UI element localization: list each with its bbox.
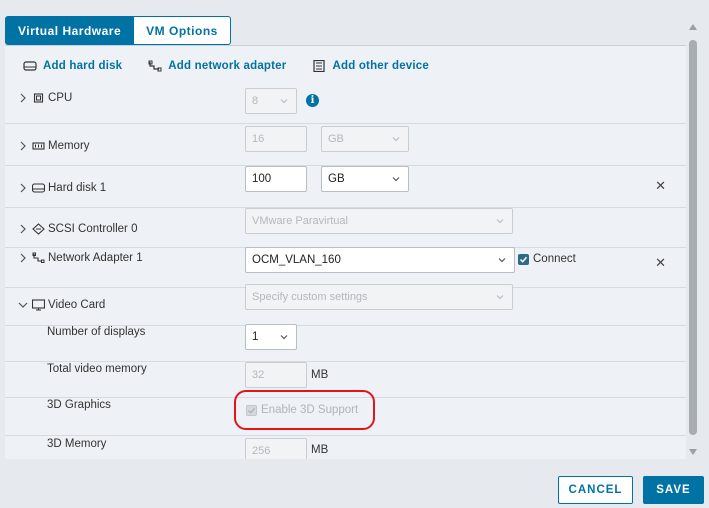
scsi-type-value: VMware Paravirtual <box>252 215 348 227</box>
hard-disk-size-input[interactable]: 100 <box>245 166 307 192</box>
hard-disk-row: Hard disk 1 100 GB ✕ <box>5 166 686 208</box>
chevron-down-icon <box>18 302 28 308</box>
chevron-down-icon <box>392 137 400 142</box>
video-card-settings-select[interactable]: Specify custom settings <box>245 284 513 310</box>
device-icon <box>313 60 326 72</box>
hard-disk-toggle[interactable]: Hard disk 1 <box>17 182 106 194</box>
hard-disk-unit: GB <box>328 173 345 185</box>
3d-graphics-label: 3D Graphics <box>47 399 111 411</box>
remove-network-adapter-button[interactable]: ✕ <box>655 255 666 271</box>
scroll-down-icon[interactable] <box>689 449 697 455</box>
memory-unit-select[interactable]: GB <box>321 126 409 152</box>
3d-memory-row: 3D Memory 256 MB <box>5 436 686 459</box>
scrollbar[interactable] <box>686 16 701 459</box>
chevron-right-icon <box>20 224 26 234</box>
connect-label: Connect <box>533 253 576 265</box>
tab-bar: Virtual Hardware VM Options <box>5 16 231 45</box>
chevron-right-icon <box>20 183 26 193</box>
network-adapter-icon <box>148 60 162 72</box>
hard-disk-label: Hard disk 1 <box>48 182 107 194</box>
scsi-label: SCSI Controller 0 <box>48 223 138 235</box>
number-of-displays-select[interactable]: 1 <box>245 324 297 350</box>
network-select[interactable]: OCM_VLAN_160 <box>245 247 515 273</box>
memory-input[interactable]: 16 <box>245 126 307 152</box>
tab-vm-options[interactable]: VM Options <box>134 16 231 45</box>
3d-memory-unit: MB <box>311 444 329 456</box>
add-network-adapter-button[interactable]: Add network adapter <box>148 60 286 72</box>
add-network-adapter-label: Add network adapter <box>168 60 287 72</box>
cpu-icon <box>33 93 44 103</box>
scsi-toggle[interactable]: SCSI Controller 0 <box>17 223 137 235</box>
memory-icon <box>32 142 45 150</box>
chevron-down-icon <box>280 335 288 340</box>
video-card-label: Video Card <box>48 299 106 311</box>
memory-value: 16 <box>252 133 265 145</box>
cpu-row: CPU 8 i <box>5 84 686 124</box>
network-adapter-row: Network Adapter 1 OCM_VLAN_160 Connect ✕ <box>5 247 686 288</box>
cancel-button[interactable]: CANCEL <box>558 476 633 504</box>
scroll-up-icon[interactable] <box>689 24 697 30</box>
3d-memory-label: 3D Memory <box>47 438 107 450</box>
hard-disk-unit-select[interactable]: GB <box>321 166 409 192</box>
chevron-down-icon <box>496 295 504 300</box>
memory-label: Memory <box>48 140 90 152</box>
3d-memory-input[interactable]: 256 <box>245 438 307 459</box>
hard-disk-icon <box>23 61 37 71</box>
monitor-icon <box>32 299 45 311</box>
memory-row: Memory 16 GB <box>5 124 686 166</box>
tab-virtual-hardware[interactable]: Virtual Hardware <box>5 16 135 45</box>
network-adapter-label: Network Adapter 1 <box>48 252 143 264</box>
memory-unit: GB <box>328 133 344 145</box>
network-value: OCM_VLAN_160 <box>252 254 341 266</box>
chevron-right-icon <box>20 253 26 263</box>
save-button[interactable]: SAVE <box>643 476 704 504</box>
number-of-displays-label: Number of displays <box>47 326 146 338</box>
chevron-down-icon <box>496 219 504 224</box>
add-hard-disk-label: Add hard disk <box>43 60 123 72</box>
memory-toggle[interactable]: Memory <box>17 140 90 152</box>
video-card-toggle[interactable]: Video Card <box>17 299 105 311</box>
total-video-memory-unit: MB <box>311 369 329 381</box>
connect-checkbox[interactable]: Connect <box>518 253 576 265</box>
cpu-select[interactable]: 8 <box>245 88 297 114</box>
remove-hard-disk-button[interactable]: ✕ <box>655 178 666 194</box>
video-card-settings-value: Specify custom settings <box>252 291 368 303</box>
network-adapter-toggle[interactable]: Network Adapter 1 <box>17 252 143 264</box>
toolbar: Add hard disk Add network adapter Add ot… <box>23 60 429 72</box>
scsi-controller-icon <box>32 223 45 235</box>
chevron-down-icon <box>280 99 288 104</box>
checkbox-checked-icon <box>518 253 529 265</box>
chevron-right-icon <box>20 141 26 151</box>
chevron-down-icon <box>392 177 400 182</box>
total-video-memory-value: 32 <box>252 369 265 381</box>
cpu-value: 8 <box>252 95 259 107</box>
scsi-controller-row: SCSI Controller 0 VMware Paravirtual <box>5 208 686 248</box>
scroll-thumb[interactable] <box>689 40 697 435</box>
highlight-annotation <box>234 390 375 430</box>
add-hard-disk-button[interactable]: Add hard disk <box>23 60 122 72</box>
number-of-displays-value: 1 <box>252 331 259 343</box>
total-video-memory-input[interactable]: 32 <box>245 362 307 388</box>
cpu-label: CPU <box>48 92 73 104</box>
number-of-displays-row: Number of displays 1 <box>5 324 686 362</box>
hard-disk-size-value: 100 <box>252 173 272 185</box>
network-adapter-icon <box>32 252 45 263</box>
video-card-row: Video Card Specify custom settings <box>5 284 686 326</box>
add-other-device-button[interactable]: Add other device <box>312 60 429 72</box>
total-video-memory-label: Total video memory <box>47 363 147 375</box>
info-icon[interactable]: i <box>306 94 319 107</box>
add-other-device-label: Add other device <box>332 60 429 72</box>
scsi-type-select[interactable]: VMware Paravirtual <box>245 208 513 234</box>
cpu-toggle[interactable]: CPU <box>17 92 72 104</box>
3d-memory-value: 256 <box>252 445 271 457</box>
hard-disk-icon <box>32 183 45 193</box>
chevron-down-icon <box>498 258 506 263</box>
chevron-right-icon <box>20 93 26 103</box>
